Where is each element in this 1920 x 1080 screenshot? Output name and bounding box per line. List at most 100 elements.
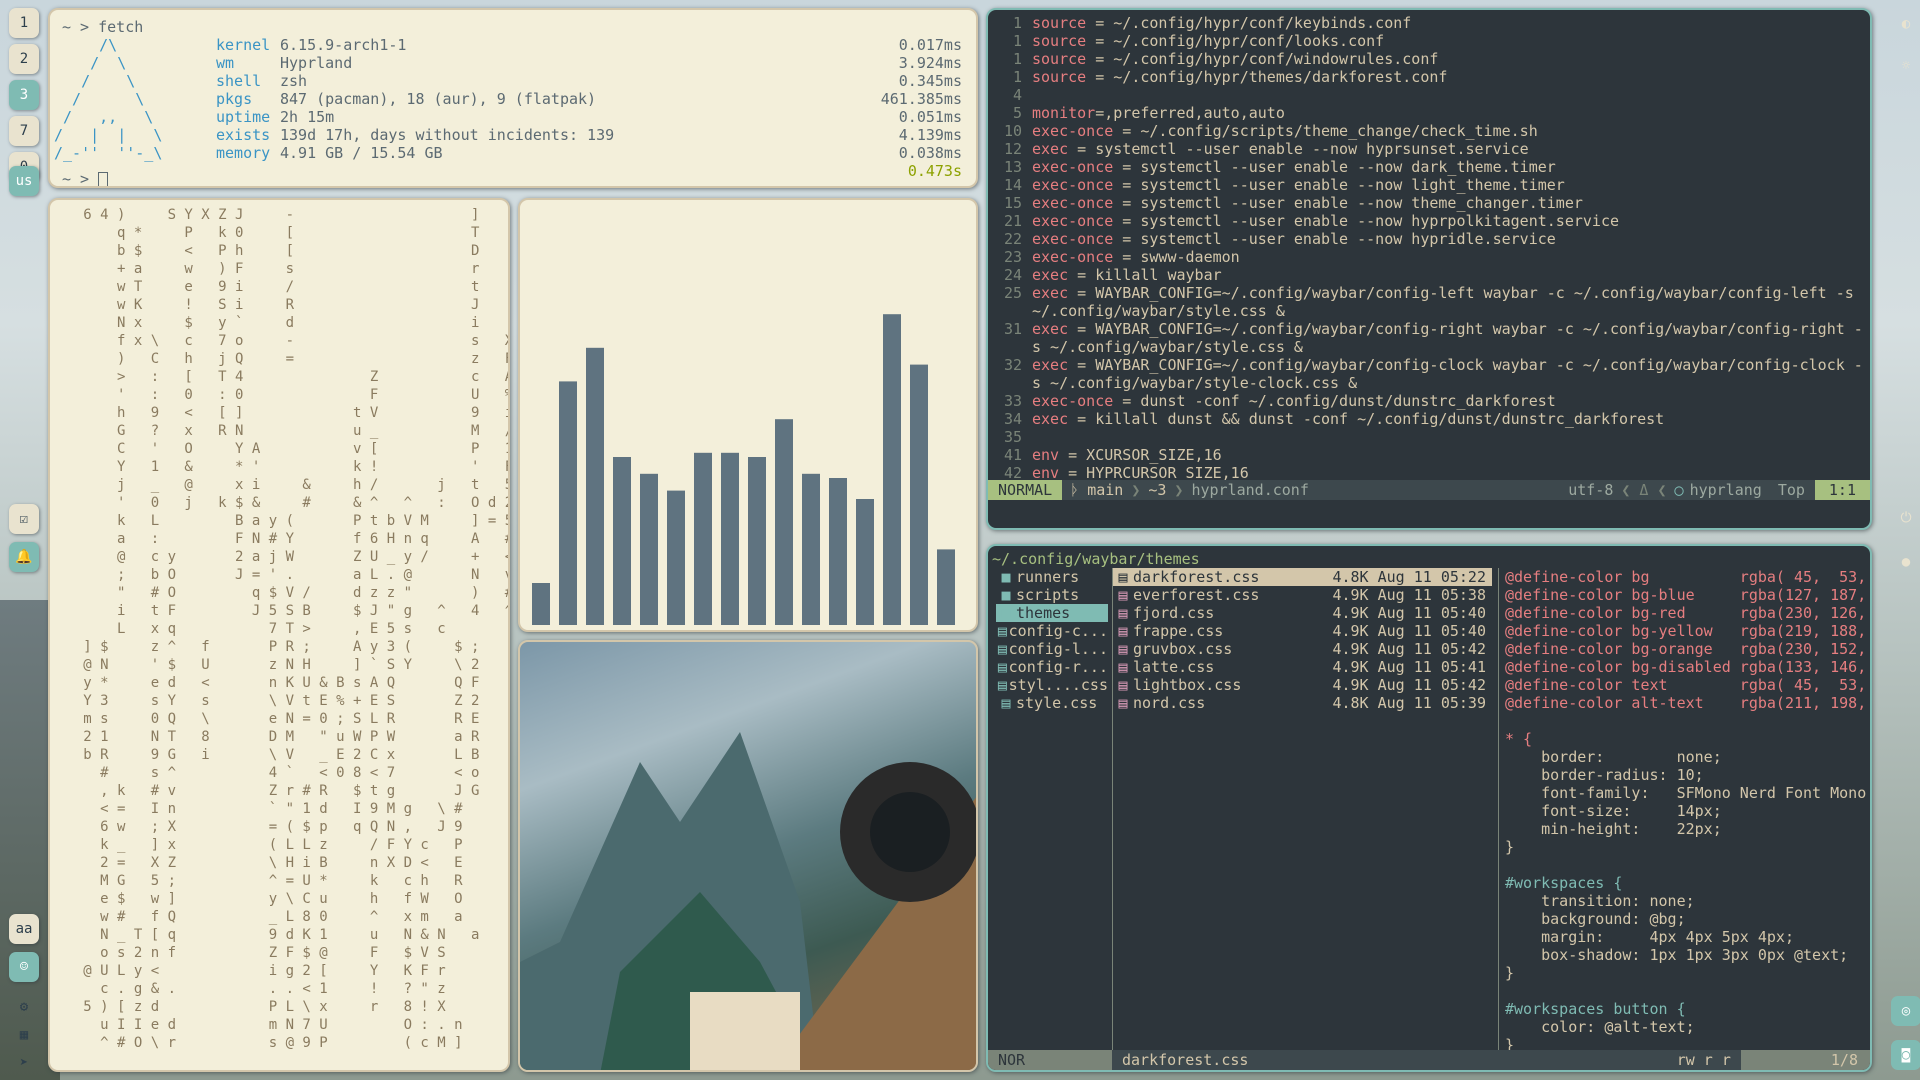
directory-item[interactable]: ▤ config-r... <box>996 658 1108 676</box>
preview-line: background: @bg; <box>1505 910 1686 928</box>
workspace-button[interactable]: 3 <box>9 80 39 110</box>
fetch-time: 0.017ms <box>898 36 962 54</box>
directory-item[interactable]: ▤ config-l... <box>996 640 1108 658</box>
fetch-value: 847 (pacman), 18 (aur), 9 (flatpak) <box>280 90 597 108</box>
file-meta: 4.9K Aug 11 05:40 <box>1332 604 1492 622</box>
file-item[interactable]: ▤ fjord.css 4.9K Aug 11 05:40 <box>1113 604 1492 622</box>
brightness-icon[interactable]: ☼ <box>1896 56 1916 76</box>
fetch-prompt-line[interactable]: ~ > <box>62 170 109 186</box>
preview-line: transition: none; <box>1505 892 1695 910</box>
preview-line: } <box>1505 964 1515 982</box>
file-item[interactable]: ▤ gruvbox.css 4.9K Aug 11 05:42 <box>1113 640 1492 658</box>
file-size: 4.9K <box>1332 604 1369 622</box>
neovim-editor[interactable]: 1 source = ~/.config/hypr/conf/keybinds.c… <box>986 8 1872 530</box>
fetch-value: 2h 15m <box>280 108 335 126</box>
line-text: = systemctl --user enable --now light_th… <box>1113 176 1565 194</box>
fetch-terminal[interactable]: ~ > fetch /\ / \ / \ / \ / ,, \ / | | \ … <box>48 8 978 188</box>
file-icon: ▤ <box>997 640 1007 658</box>
file-list[interactable]: ▤ darkforest.css 4.8K Aug 11 05:22 ▤ everfor… <box>1112 568 1492 1054</box>
matrix-line: u I I e d m N 7 U O : . n <box>58 1017 463 1033</box>
css-file-icon: ▤ <box>1118 658 1128 676</box>
file-size: 4.8K <box>1332 694 1369 712</box>
file-date: Aug 11 05:40 <box>1377 604 1486 622</box>
tray-icon[interactable]: ⚙ <box>9 992 39 1022</box>
line-keyword: exec <box>1032 356 1069 374</box>
image-viewer <box>518 640 978 1072</box>
directory-item[interactable]: ▤ config-c... <box>996 622 1108 640</box>
line-keyword: exec <box>1032 410 1069 428</box>
line-text: = killall waybar <box>1068 266 1222 284</box>
line-keyword: exec <box>1032 266 1069 284</box>
line-keyword: exec-once <box>1032 248 1114 266</box>
power-icon[interactable]: ⏻ <box>1896 508 1916 528</box>
editor-line: 13 exec-once = systemctl --user enable --… <box>988 158 1870 176</box>
file-item[interactable]: ▤ latte.css 4.9K Aug 11 05:41 <box>1113 658 1492 676</box>
matrix-line: w T e 9 i / t v " <box>117 279 480 295</box>
line-number <box>988 302 1032 320</box>
moon-icon[interactable]: ● <box>1896 552 1916 572</box>
directory-item[interactable]: ▤ styl....css <box>996 676 1108 694</box>
editor-line: 25 exec = WAYBAR_CONFIG=~/.config/waybar/… <box>988 284 1870 302</box>
line-text: = systemctl --user enable --now hypridle… <box>1113 230 1556 248</box>
notification-bell-icon[interactable]: 🔔 <box>9 542 39 572</box>
telegram-icon[interactable]: ➤ <box>9 1048 39 1078</box>
visualizer-bar <box>856 499 874 625</box>
preview-line <box>1505 856 1868 874</box>
line-keyword: exec-once <box>1032 158 1114 176</box>
matrix-line: w # f Q _ L 8 0 ^ x m a <box>58 909 463 925</box>
line-keyword: source <box>1032 50 1087 68</box>
file-name: everforest.css <box>1133 586 1260 604</box>
directory-item[interactable]: ■ scripts <box>996 586 1108 604</box>
globe-icon[interactable]: ◎ <box>1891 996 1920 1026</box>
editor-line: 1 source = ~/.config/hypr/themes/darkfore… <box>988 68 1870 86</box>
calendar-icon[interactable]: ▦ <box>9 1020 39 1050</box>
discord-icon[interactable]: ☺ <box>9 952 39 982</box>
file-item[interactable]: ▤ darkforest.css 4.8K Aug 11 05:22 <box>1113 568 1492 586</box>
matrix-line: G ? x R N u _ M / : * <box>58 423 510 439</box>
workspace-button[interactable]: 1 <box>9 8 39 38</box>
checklist-icon[interactable]: ☑ <box>9 504 39 534</box>
file-manager[interactable]: ~/.config/waybar/themes ■ runners ■ scripts… <box>986 544 1872 1072</box>
fetch-key: kernel <box>216 36 271 54</box>
line-text: = ~/.config/scripts/theme_change/check_t… <box>1113 122 1538 140</box>
palette-icon[interactable]: ◐ <box>1896 14 1916 34</box>
file-date: Aug 11 05:42 <box>1377 676 1486 694</box>
line-number: 13 <box>1003 158 1022 176</box>
file-item[interactable]: ▤ lightbox.css 4.9K Aug 11 05:42 <box>1113 676 1492 694</box>
line-keyword: env <box>1032 446 1060 464</box>
file-item[interactable]: ▤ nord.css 4.8K Aug 11 05:39 <box>1113 694 1492 712</box>
matrix-line: j _ @ x i & h / j t 5 S <box>58 477 510 493</box>
workspace-button[interactable]: 2 <box>9 44 39 74</box>
css-file-icon: ▤ <box>1118 622 1128 640</box>
file-item[interactable]: ▤ everforest.css 4.9K Aug 11 05:38 <box>1113 586 1492 604</box>
directory-item[interactable]: ■ themes <box>996 604 1108 622</box>
directory-item[interactable]: ▤ style.css <box>996 694 1108 712</box>
preview-line: @define-color bg-red rgba(230, 126, <box>1505 604 1867 622</box>
editor-line: 24 exec = killall waybar <box>988 266 1870 284</box>
file-item[interactable]: ▤ frappe.css 4.9K Aug 11 05:40 <box>1113 622 1492 640</box>
file-meta: 4.9K Aug 11 05:42 <box>1332 676 1492 694</box>
file-meta: 4.9K Aug 11 05:40 <box>1332 622 1492 640</box>
current-path: ~/.config/waybar/themes <box>992 550 1200 568</box>
line-number: 22 <box>1003 230 1022 248</box>
visualizer-bar <box>937 549 955 625</box>
parent-directory-list[interactable]: ■ runners ■ scripts ■ themes ▤ config-c... ▤ conf… <box>996 568 1108 712</box>
keyboard-layout-button[interactable]: us <box>9 166 39 196</box>
camera-icon[interactable]: ◙ <box>1891 1040 1920 1070</box>
font-button[interactable]: aa <box>9 914 39 944</box>
line-number: 12 <box>1003 140 1022 158</box>
matrix-line: w K ! S i R J a R <box>117 297 480 313</box>
file-meta: 4.9K Aug 11 05:38 <box>1332 586 1492 604</box>
preview-line <box>1505 982 1868 1000</box>
workspace-button[interactable]: 7 <box>9 116 39 146</box>
line-number: 35 <box>1003 428 1022 446</box>
preview-line: border-radius: 10; <box>1505 766 1704 784</box>
line-keyword: exec <box>1032 140 1069 158</box>
matrix-line: @ N ' $ U z N H ] ` S Y \ 2 <box>58 657 480 673</box>
editor-buffer[interactable]: 1 source = ~/.config/hypr/conf/keybinds.c… <box>988 14 1870 482</box>
fetch-value: 139d 17h, days without incidents: 139 <box>280 126 615 144</box>
mode-indicator: NOR <box>988 1050 1112 1070</box>
editor-line: 1 source = ~/.config/hypr/conf/windowrule… <box>988 50 1870 68</box>
matrix-terminal[interactable]: 6 4 ) S Y X Z J - ] m J q * P k 0 [ T R … <box>48 198 510 1072</box>
directory-item[interactable]: ■ runners <box>996 568 1108 586</box>
